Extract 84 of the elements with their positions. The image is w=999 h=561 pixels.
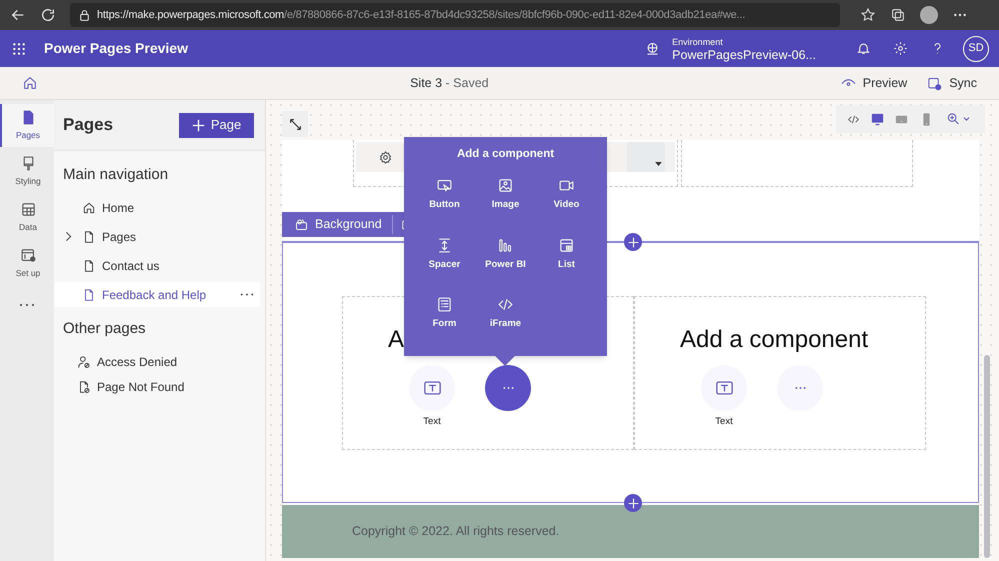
collections-icon[interactable]: [890, 7, 906, 23]
section-heading: Other pages: [63, 320, 146, 337]
nav-item[interactable]: Page Not Found: [54, 376, 260, 398]
component-option[interactable]: Button: [414, 177, 475, 212]
nav-item[interactable]: Contact us: [54, 253, 260, 278]
page-blocked-icon: [77, 380, 91, 394]
rail-item[interactable]: Set up: [0, 242, 54, 285]
user-avatar[interactable]: SD: [963, 36, 989, 62]
button-icon: [436, 177, 453, 194]
rail-item[interactable]: Data: [0, 196, 54, 239]
address-bar[interactable]: https://make.powerpages.microsoft.com/e/87880866-87c6-e13f-8165-87bd4dc93258/sites/8bfcf96b-090c-ed11-82e4-000d3adb21ea#we...: [70, 3, 840, 27]
expand-icon: [288, 118, 302, 130]
popover-title: Add a component: [456, 147, 554, 162]
back-icon[interactable]: [10, 7, 26, 23]
gear-icon[interactable]: [378, 150, 393, 164]
page-icon: [82, 258, 96, 272]
page-icon: [82, 230, 96, 244]
scrollbar[interactable]: [984, 355, 990, 558]
environment-label: Environment: [672, 36, 724, 48]
environment-name[interactable]: PowerPagesPreview-06...: [672, 48, 816, 62]
caret-icon: [655, 162, 662, 166]
expand-button[interactable]: [282, 111, 308, 137]
code-icon[interactable]: [846, 112, 860, 126]
more-components-button[interactable]: [485, 365, 531, 411]
more-icon[interactable]: [19, 302, 35, 308]
panel-title: Pages: [63, 114, 114, 136]
more-icon[interactable]: [240, 292, 254, 297]
chevron-icon[interactable]: [64, 231, 72, 242]
component-option[interactable]: Form: [414, 296, 475, 331]
plus-icon: [192, 118, 205, 132]
url-text: https://make.powerpages.microsoft.com/e/87880866-87c6-e13f-8165-87bd4dc93258/sites/8bfcf96b-090c-ed11-82e4-000d3adb21ea#we...: [97, 8, 746, 23]
app-title: Power Pages Preview: [44, 39, 188, 58]
text-component-button[interactable]: [701, 365, 747, 411]
add-section-button[interactable]: [624, 233, 642, 251]
text-icon: [716, 381, 732, 395]
add-section-button[interactable]: [624, 494, 642, 512]
nav-item[interactable]: Feedback and Help: [54, 282, 260, 307]
form-icon: [436, 296, 453, 313]
component-option[interactable]: Spacer: [414, 236, 475, 272]
more-icon: [502, 386, 514, 390]
nav-item[interactable]: Pages: [54, 224, 260, 249]
settings-icon[interactable]: [893, 41, 908, 56]
component-label: Text: [715, 415, 733, 429]
bell-icon[interactable]: [856, 41, 871, 56]
component-label: Text: [423, 415, 441, 429]
home-icon: [82, 200, 96, 214]
refresh-icon[interactable]: [40, 7, 56, 23]
home-icon: [22, 75, 38, 91]
preview-button[interactable]: Preview: [840, 74, 908, 92]
spacer-icon: [436, 236, 453, 254]
component-option[interactable]: iFrame: [475, 296, 536, 331]
column-heading: A: [388, 326, 404, 353]
desktop-icon[interactable]: [870, 112, 885, 126]
data-icon: [20, 201, 36, 218]
section-heading: Main navigation: [63, 166, 168, 183]
nav-item[interactable]: Home: [54, 195, 260, 220]
rail-item[interactable]: Styling: [0, 150, 54, 193]
app-launcher-icon[interactable]: [12, 42, 26, 56]
star-icon[interactable]: [860, 7, 876, 23]
nav-item[interactable]: Access Denied: [54, 351, 260, 373]
profile-avatar[interactable]: [920, 6, 938, 24]
page-icon: [82, 288, 96, 302]
more-icon: [794, 386, 806, 390]
site-status: Site 3 - Saved: [410, 74, 489, 92]
globe-icon: [645, 41, 660, 56]
component-option[interactable]: Power BI: [475, 236, 536, 272]
text-component-button[interactable]: [409, 365, 455, 411]
component-option[interactable]: List: [536, 236, 597, 272]
sync-button[interactable]: Sync: [927, 74, 977, 92]
column-heading: Add a component: [680, 326, 868, 353]
component-option[interactable]: Image: [475, 177, 536, 212]
component-option[interactable]: Video: [536, 177, 597, 212]
add-page-button[interactable]: Page: [179, 112, 254, 138]
image-icon: [497, 177, 514, 194]
list-icon: [558, 236, 575, 254]
plus-icon: [628, 236, 638, 248]
text-icon: [424, 381, 440, 395]
rail-item[interactable]: Pages: [0, 104, 54, 147]
plus-icon: [628, 498, 638, 508]
setup-icon: [20, 247, 36, 264]
copyright-text: Copyright © 2022. All rights reserved.: [352, 524, 560, 538]
background-button[interactable]: Background: [282, 215, 393, 234]
lock-icon: [78, 8, 91, 22]
person-blocked-icon: [77, 355, 91, 369]
